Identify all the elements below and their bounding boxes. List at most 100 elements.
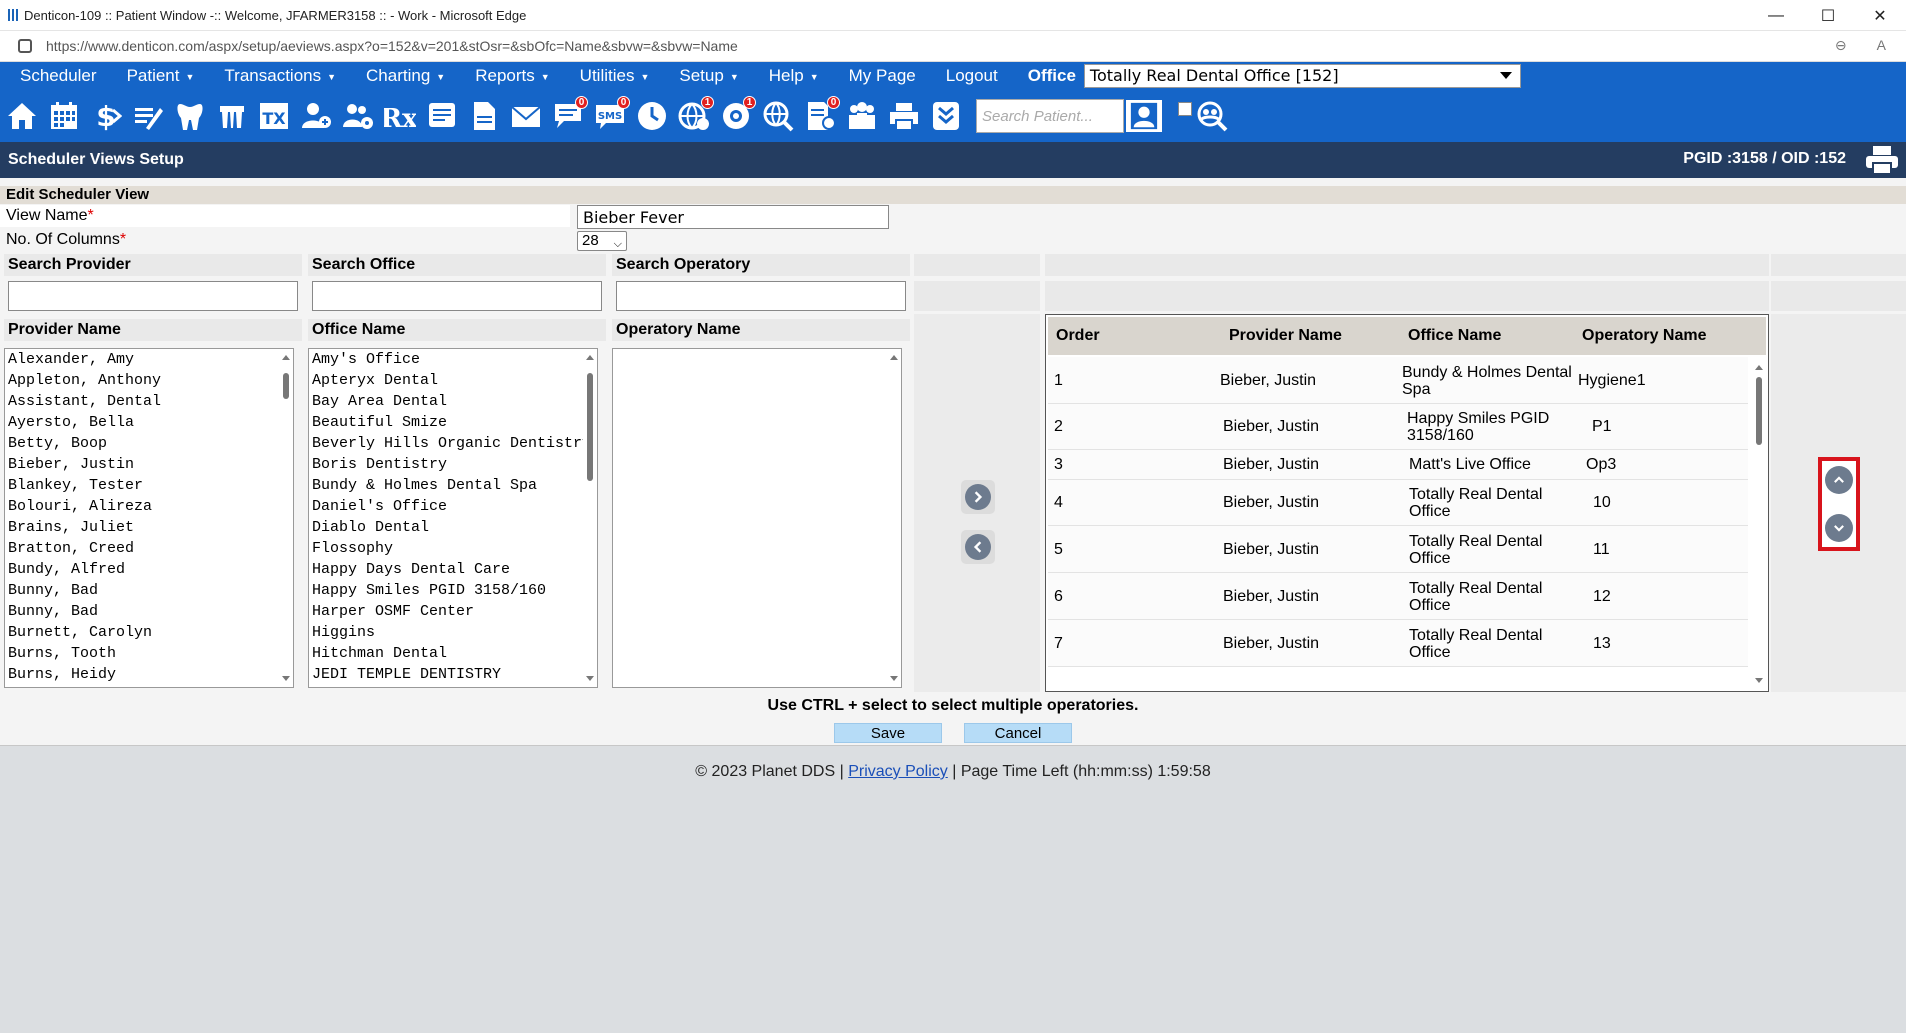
notes-icon[interactable]	[426, 99, 458, 133]
table-row[interactable]: 5 Bieber, Justin 11 Totally Real Dental Offi…	[1048, 526, 1748, 573]
option-checkbox[interactable]	[1178, 102, 1192, 116]
office-option[interactable]: Higgins	[309, 622, 597, 643]
table-row[interactable]: 7 Bieber, Justin 13 Totally Real Dental Offi…	[1048, 620, 1748, 667]
search-operatory-input[interactable]	[616, 281, 906, 311]
minimize-icon[interactable]: —	[1750, 0, 1802, 31]
operatory-listbox[interactable]	[612, 348, 902, 688]
office-option[interactable]: Flossophy	[309, 538, 597, 559]
calendar-icon[interactable]	[48, 99, 80, 133]
read-aloud-icon[interactable]: A	[1877, 37, 1886, 54]
office-option[interactable]: Apteryx Dental	[309, 370, 597, 391]
provider-option[interactable]: Betty, Boop	[5, 433, 293, 454]
support-icon[interactable]: 1	[720, 96, 756, 133]
move-down-button[interactable]	[1825, 514, 1853, 542]
view-name-input[interactable]: Bieber Fever	[577, 205, 889, 229]
provider-option[interactable]: Appleton, Anthony	[5, 370, 293, 391]
provider-option[interactable]: Ayersto, Bella	[5, 412, 293, 433]
provider-option[interactable]: Bunny, Bad	[5, 580, 293, 601]
chat-icon[interactable]: 0	[552, 96, 588, 133]
provider-option[interactable]: Burns, Tooth	[5, 643, 293, 664]
menu-utilities[interactable]: Utilities ▼	[580, 66, 650, 86]
provider-scrollbar[interactable]	[279, 349, 293, 687]
table-row[interactable]: 6 Bieber, Justin 12 Totally Real Dental Offi…	[1048, 573, 1748, 620]
search-provider-input[interactable]	[8, 281, 298, 311]
mail-icon[interactable]	[510, 99, 542, 133]
search-office-input[interactable]	[312, 281, 602, 311]
office-scrollbar[interactable]	[583, 349, 597, 687]
teeth-icon[interactable]	[216, 99, 248, 133]
office-option[interactable]: Beverly Hills Organic Dentistry	[309, 433, 597, 454]
columns-select[interactable]: 28 ⌵	[577, 231, 627, 251]
office-option[interactable]: Happy Days Dental Care	[309, 559, 597, 580]
add-patient-icon[interactable]	[300, 99, 332, 133]
table-row[interactable]: 4 Bieber, Justin 10 Totally Real Dental Offi…	[1048, 480, 1748, 526]
office-option[interactable]: Happy Smiles PGID 3158/160	[309, 580, 597, 601]
table-row[interactable]: 3 Bieber, Justin Op3 Matt's Live Office	[1048, 450, 1748, 480]
save-button[interactable]: Save	[834, 723, 942, 743]
charting-icon[interactable]	[132, 99, 164, 133]
office-option[interactable]: Amy's Office	[309, 349, 597, 370]
provider-option[interactable]: Bratton, Creed	[5, 538, 293, 559]
zoom-icon[interactable]: ⊖	[1835, 37, 1847, 54]
tx-icon[interactable]: TX	[258, 99, 290, 133]
office-option[interactable]: Harper OSMF Center	[309, 601, 597, 622]
office-option[interactable]: Hitchman Dental	[309, 643, 597, 664]
office-option[interactable]: Bundy & Holmes Dental Spa	[309, 475, 597, 496]
menu-patient[interactable]: Patient ▼	[127, 66, 195, 86]
menu-my-page[interactable]: My Page	[849, 66, 916, 86]
cancel-button[interactable]: Cancel	[964, 723, 1072, 743]
add-selection-button[interactable]	[961, 480, 995, 514]
url-text[interactable]: https://www.denticon.com/aspx/setup/aevi…	[46, 38, 738, 54]
menu-reports[interactable]: Reports ▼	[475, 66, 549, 86]
provider-option[interactable]: Assistant, Dental	[5, 391, 293, 412]
provider-option[interactable]: Bunny, Bad	[5, 601, 293, 622]
table-row[interactable]: 2 Bieber, Justin P1 Happy Smiles PGID 3158/1…	[1048, 404, 1748, 450]
provider-option[interactable]: Burnett, Carolyn	[5, 622, 293, 643]
search-patient-input[interactable]: Search Patient...	[976, 99, 1124, 133]
maximize-icon[interactable]: ☐	[1802, 0, 1854, 31]
print-icon[interactable]	[888, 99, 920, 133]
download-icon[interactable]	[930, 99, 962, 133]
office-option[interactable]: Bay Area Dental	[309, 391, 597, 412]
remove-selection-button[interactable]	[961, 530, 995, 564]
operatory-scrollbar[interactable]	[887, 349, 901, 687]
provider-option[interactable]: Bieber, Justin	[5, 454, 293, 475]
clock-icon[interactable]	[636, 99, 668, 133]
move-up-button[interactable]	[1825, 466, 1853, 494]
table-row[interactable]: 1 Bieber, Justin Hygiene1 Bundy & Holmes De…	[1048, 357, 1748, 404]
search-patient-button[interactable]	[1124, 98, 1164, 134]
menu-setup[interactable]: Setup ▼	[679, 66, 738, 86]
provider-option[interactable]: Brains, Juliet	[5, 517, 293, 538]
office-option[interactable]: Boris Dentistry	[309, 454, 597, 475]
office-option[interactable]: JEDI TEMPLE DENTISTRY	[309, 664, 597, 685]
provider-option[interactable]: Burns, Heidy	[5, 664, 293, 685]
sms-icon[interactable]: SMS 0	[594, 96, 630, 133]
menu-transactions[interactable]: Transactions ▼	[224, 66, 336, 86]
provider-option[interactable]: Bolouri, Alireza	[5, 496, 293, 517]
provider-option[interactable]: Bundy, Alfred	[5, 559, 293, 580]
menu-charting[interactable]: Charting ▼	[366, 66, 445, 86]
dollar-icon[interactable]: $	[90, 99, 122, 133]
globe-search-icon[interactable]	[762, 99, 794, 133]
close-icon[interactable]: ✕	[1854, 0, 1906, 31]
office-option[interactable]: Beautiful Smize	[309, 412, 597, 433]
menu-logout[interactable]: Logout	[946, 66, 998, 86]
family-settings-icon[interactable]	[342, 99, 374, 133]
provider-option[interactable]: Alexander, Amy	[5, 349, 293, 370]
people-search-icon[interactable]	[1196, 99, 1228, 133]
menu-scheduler[interactable]: Scheduler	[20, 66, 97, 86]
claims-icon[interactable]: 0	[804, 96, 840, 133]
group-icon[interactable]	[846, 99, 878, 133]
printer-icon[interactable]	[1864, 144, 1900, 176]
office-listbox[interactable]: Amy's Office Apteryx Dental Bay Area Denta…	[308, 348, 598, 688]
office-option[interactable]: Daniel's Office	[309, 496, 597, 517]
tooth-icon[interactable]	[174, 99, 206, 133]
document-icon[interactable]	[468, 99, 500, 133]
office-select[interactable]: Totally Real Dental Office [152]	[1083, 64, 1521, 88]
privacy-policy-link[interactable]: Privacy Policy	[848, 763, 948, 780]
web-settings-icon[interactable]: 1	[678, 96, 714, 133]
provider-option[interactable]: Blankey, Tester	[5, 475, 293, 496]
office-option[interactable]: Diablo Dental	[309, 517, 597, 538]
order-scrollbar[interactable]	[1752, 359, 1766, 689]
home-icon[interactable]	[6, 99, 38, 133]
